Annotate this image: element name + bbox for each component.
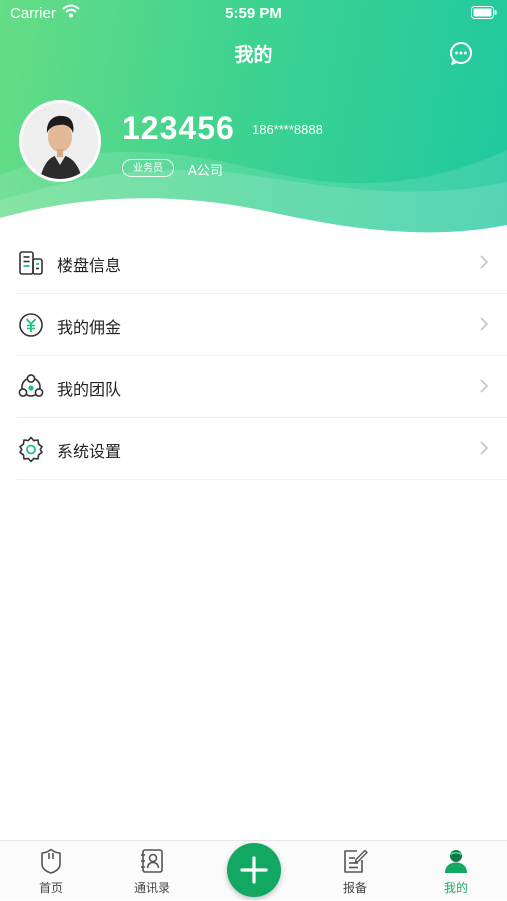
tab-label: 首页: [38, 881, 63, 895]
building-icon: [19, 251, 43, 275]
tab-label: 通讯录: [133, 881, 170, 895]
status-time: 5:59 PM: [225, 5, 282, 22]
user-icon: [445, 850, 467, 873]
battery-icon: [471, 6, 497, 19]
chevron-right-icon: [480, 441, 489, 455]
chevron-right-icon: [480, 255, 489, 269]
tab-home[interactable]: 首页: [6, 841, 96, 901]
user-id: 123456: [122, 110, 235, 146]
menu-item-team[interactable]: 我的团队: [17, 356, 507, 418]
menu-item-label: 我的佣金: [57, 318, 122, 337]
tab-mine[interactable]: 我的: [411, 841, 501, 901]
avatar-portrait-image: [22, 103, 98, 179]
phone-number: 186****8888: [252, 122, 323, 137]
menu-item-label: 系统设置: [57, 442, 122, 461]
yuan-coin-icon: [19, 313, 43, 337]
add-button[interactable]: [227, 843, 281, 897]
company-name: A公司: [188, 164, 223, 179]
home-shield-icon: [41, 848, 61, 874]
plus-icon: [240, 856, 268, 884]
menu-list: 楼盘信息 我的佣金 我的团队 系统设置: [0, 232, 507, 480]
menu-item-commission[interactable]: 我的佣金: [17, 294, 507, 356]
report-edit-icon: [344, 849, 368, 873]
page-title: 我的: [234, 44, 273, 66]
tab-label: 我的: [443, 881, 468, 895]
tab-contacts[interactable]: 通讯录: [107, 841, 197, 901]
menu-item-property-info[interactable]: 楼盘信息: [17, 232, 507, 294]
menu-item-settings[interactable]: 系统设置: [17, 418, 507, 480]
message-icon[interactable]: [448, 40, 474, 66]
profile-header: Carrier 5:59 PM 我的 123456 186****8888 业务…: [0, 0, 507, 240]
gear-icon: [19, 436, 43, 463]
avatar[interactable]: [19, 100, 101, 182]
menu-item-label: 楼盘信息: [57, 256, 122, 275]
menu-item-label: 我的团队: [57, 380, 122, 399]
status-bar: Carrier 5:59 PM: [0, 0, 507, 28]
contacts-icon: [141, 849, 163, 873]
tab-report[interactable]: 报备: [310, 841, 400, 901]
chevron-right-icon: [480, 317, 489, 331]
role-badge: 业务员: [122, 159, 174, 177]
team-icon: [18, 374, 44, 397]
tab-label: 报备: [342, 881, 367, 895]
chevron-right-icon: [480, 379, 489, 393]
